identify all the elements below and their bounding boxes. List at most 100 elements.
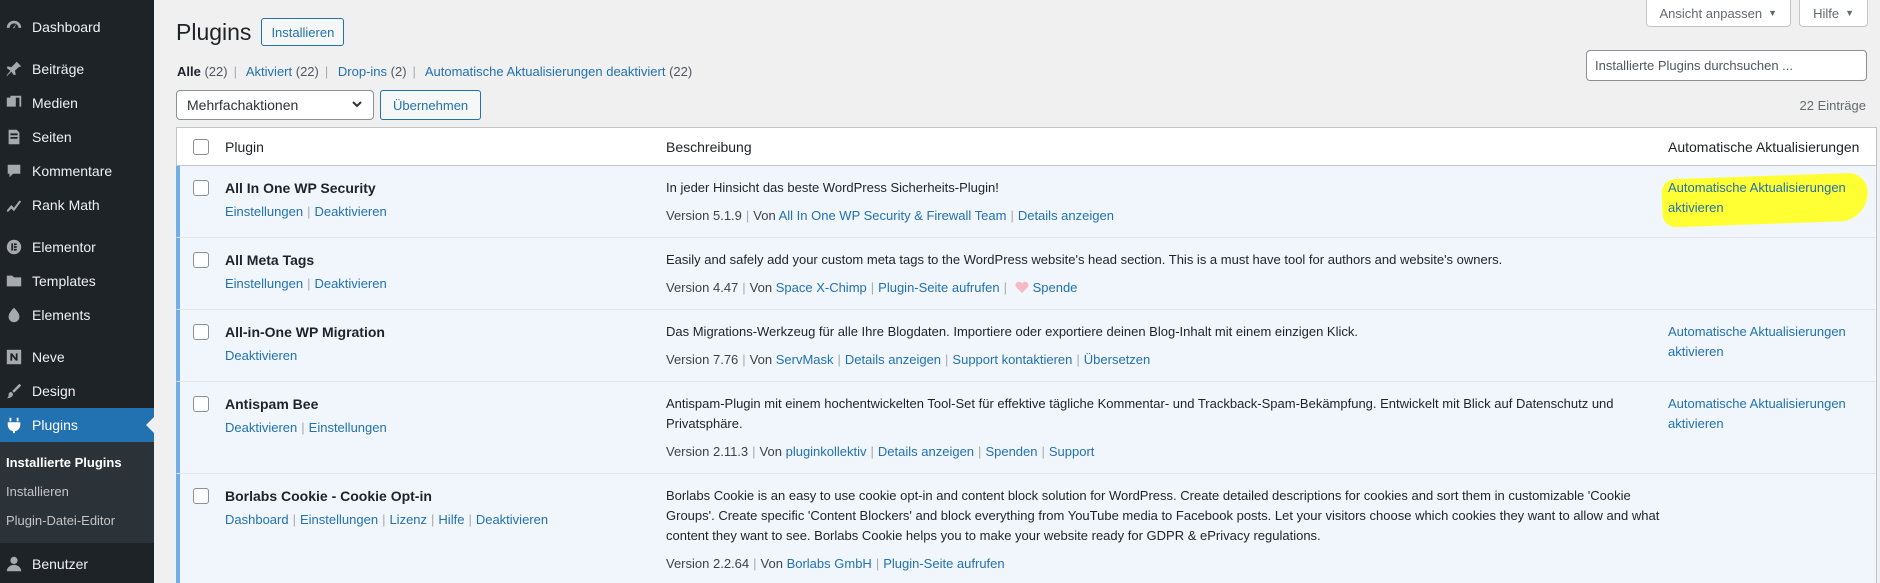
filter-auto-updates-disabled[interactable]: Automatische Aktualisierungen deaktivier… xyxy=(425,64,666,79)
plugin-name: All In One WP Security xyxy=(225,180,376,196)
plugin-author-link[interactable]: All In One WP Security & Firewall Team xyxy=(779,208,1007,223)
filter-all[interactable]: Alle xyxy=(177,64,201,79)
filter-auto-updates-count: (22) xyxy=(669,64,693,79)
plugin-author-link[interactable]: ServMask xyxy=(776,352,834,367)
sidebar-item-beitraege[interactable]: Beiträge xyxy=(0,52,154,86)
auto-updates-label: Automatische Aktualisierungen xyxy=(1668,324,1846,339)
plugin-support-link[interactable]: Support kontaktieren xyxy=(952,352,1072,367)
plugin-details-link[interactable]: Details anzeigen xyxy=(1018,208,1114,223)
row-checkbox[interactable] xyxy=(193,324,209,340)
page-title: Plugins xyxy=(176,18,252,45)
plugin-by: Von xyxy=(749,352,773,367)
enable-auto-updates-link[interactable]: Automatische Aktualisierungen aktivieren xyxy=(1668,178,1858,218)
plugin-meta: Version 2.2.64 | Von Borlabs GmbH | Plugin-S… xyxy=(666,556,1005,571)
plugin-description: Borlabs Cookie is an easy to use cookie … xyxy=(666,488,1660,543)
sidebar-item-templates[interactable]: Templates xyxy=(0,264,154,298)
page-header: Plugins Installieren xyxy=(176,18,345,46)
dashboard-icon xyxy=(4,17,24,37)
enable-auto-updates-link[interactable]: Automatische Aktualisierungen aktivieren xyxy=(1668,394,1858,434)
plugin-action-deactivate[interactable]: Deaktivieren xyxy=(476,512,548,527)
search-placeholder: Installierte Plugins durchsuchen ... xyxy=(1595,58,1793,73)
sidebar-item-neve[interactable]: Neve xyxy=(0,340,154,374)
sidebar-item-plugins[interactable]: Plugins xyxy=(0,408,154,442)
sidebar-item-seiten[interactable]: Seiten xyxy=(0,120,154,154)
plugin-author-link[interactable]: Borlabs GmbH xyxy=(787,556,872,571)
filter-active-count: (22) xyxy=(295,64,319,79)
sidebar-item-label: Beiträge xyxy=(32,61,85,77)
plugin-author-link[interactable]: Space X-Chimp xyxy=(776,280,867,295)
plugin-icon xyxy=(4,415,24,435)
enable-auto-updates-link[interactable]: Automatische Aktualisierungen aktivieren xyxy=(1668,322,1858,362)
plugin-translate-link[interactable]: Übersetzen xyxy=(1084,352,1150,367)
row-checkbox[interactable] xyxy=(193,396,209,412)
auto-updates-label: Automatische Aktualisierungen xyxy=(1668,396,1846,411)
sidebar-item-label: Elements xyxy=(32,307,91,323)
sidebar-item-elements[interactable]: Elements xyxy=(0,298,154,332)
sidebar-item-design[interactable]: Design xyxy=(0,374,154,408)
plugin-action-deactivate[interactable]: Deaktivieren xyxy=(225,348,297,363)
plugin-donate-link[interactable]: Spende xyxy=(1033,280,1078,295)
table-row: Antispam Bee Deaktivieren | Einstellungen … xyxy=(176,382,1876,474)
pages-icon xyxy=(4,127,24,147)
table-row: Borlabs Cookie - Cookie Opt-in Dashboard… xyxy=(176,474,1876,583)
bulk-actions: Mehrfachaktionen Übernehmen xyxy=(176,90,482,120)
plugins-table: Plugin Beschreibung Automatische Aktuali… xyxy=(176,127,1877,583)
select-all-checkbox[interactable] xyxy=(193,138,209,155)
user-icon xyxy=(4,554,24,574)
plugin-details-link[interactable]: Details anzeigen xyxy=(845,352,941,367)
column-header-auto-updates: Automatische Aktualisierungen xyxy=(1668,138,1860,155)
plugin-author-link[interactable]: pluginkollektiv xyxy=(786,444,867,459)
row-checkbox[interactable] xyxy=(193,488,209,504)
add-new-plugin-button[interactable]: Installieren xyxy=(261,18,345,46)
submenu-install[interactable]: Installieren xyxy=(0,477,154,506)
table-row: All In One WP Security Einstellungen | Dea… xyxy=(176,166,1876,238)
bulk-action-select[interactable]: Mehrfachaktionen xyxy=(176,90,374,120)
filter-dropins[interactable]: Drop-ins xyxy=(338,64,387,79)
filter-active[interactable]: Aktiviert xyxy=(246,64,292,79)
plugin-version: Version 7.76 xyxy=(666,352,739,367)
sidebar-item-dashboard[interactable]: Dashboard xyxy=(0,10,154,44)
sidebar-item-rank-math[interactable]: Rank Math xyxy=(0,188,154,222)
plugin-site-link[interactable]: Plugin-Seite aufrufen xyxy=(883,556,1004,571)
plugin-action-help[interactable]: Hilfe xyxy=(438,512,464,527)
plugin-action-license[interactable]: Lizenz xyxy=(389,512,427,527)
plugin-actions: Einstellungen | Deaktivieren xyxy=(225,204,387,219)
filter-all-count: (22) xyxy=(204,64,228,79)
plugin-by: Von xyxy=(759,444,782,459)
plugin-version: Version 2.11.3 xyxy=(666,444,749,459)
sidebar-item-kommentare[interactable]: Kommentare xyxy=(0,154,154,188)
submenu-plugin-editor[interactable]: Plugin-Datei-Editor xyxy=(0,506,154,535)
row-checkbox[interactable] xyxy=(193,252,209,268)
help-tab[interactable]: Hilfe ▼ xyxy=(1799,0,1868,27)
plugin-action-dashboard[interactable]: Dashboard xyxy=(225,512,289,527)
row-checkbox[interactable] xyxy=(193,180,209,196)
plugin-action-deactivate[interactable]: Deaktivieren xyxy=(314,276,386,291)
plugin-action-settings[interactable]: Einstellungen xyxy=(225,204,303,219)
admin-sidebar: Dashboard Beiträge Medien Seiten Komment… xyxy=(0,0,154,583)
help-label: Hilfe xyxy=(1813,5,1840,21)
column-header-plugin: Plugin xyxy=(225,138,264,155)
plugin-action-settings[interactable]: Einstellungen xyxy=(309,420,387,435)
plugin-action-deactivate[interactable]: Deaktivieren xyxy=(314,204,386,219)
submenu-installed-plugins[interactable]: Installierte Plugins xyxy=(0,448,154,477)
auto-updates-label: aktivieren xyxy=(1668,200,1724,215)
sidebar-item-benutzer[interactable]: Benutzer xyxy=(0,547,154,581)
apply-button[interactable]: Übernehmen xyxy=(380,90,482,120)
plugin-meta: Version 4.47 | Von Space X-Chimp | Plugin-Se… xyxy=(666,280,1078,295)
plugin-site-link[interactable]: Plugin-Seite aufrufen xyxy=(878,280,999,295)
plugin-action-settings[interactable]: Einstellungen xyxy=(300,512,378,527)
screen-options-tab[interactable]: Ansicht anpassen ▼ xyxy=(1645,0,1792,27)
plugin-meta: Version 2.11.3 | Von pluginkollektiv | Detai… xyxy=(666,444,1095,459)
plugin-donate-link[interactable]: Spenden xyxy=(985,444,1037,459)
plugin-description: In jeder Hinsicht das beste WordPress Si… xyxy=(666,180,999,195)
plugin-action-deactivate[interactable]: Deaktivieren xyxy=(225,420,297,435)
sidebar-item-medien[interactable]: Medien xyxy=(0,86,154,120)
plugin-details-link[interactable]: Details anzeigen xyxy=(878,444,974,459)
sidebar-item-elementor[interactable]: Elementor xyxy=(0,230,154,264)
table-header: Plugin Beschreibung Automatische Aktuali… xyxy=(177,128,1876,166)
plugin-support-link[interactable]: Support xyxy=(1049,444,1095,459)
auto-updates-label: aktivieren xyxy=(1668,416,1724,431)
plugin-search-input[interactable]: Installierte Plugins durchsuchen ... xyxy=(1586,50,1867,81)
media-icon xyxy=(4,93,24,113)
plugin-action-settings[interactable]: Einstellungen xyxy=(225,276,303,291)
